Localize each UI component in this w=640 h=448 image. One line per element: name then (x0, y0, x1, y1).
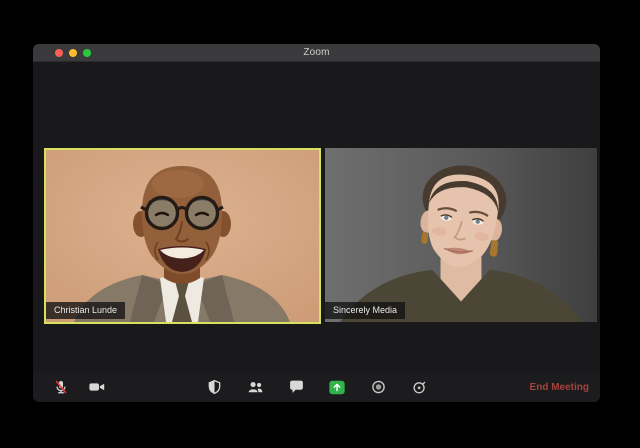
participant-name-label: Christian Lunde (46, 302, 126, 319)
chat-bubble-icon (289, 380, 303, 393)
chat-button[interactable] (286, 376, 306, 398)
participant-video-man (46, 150, 319, 322)
security-button[interactable] (204, 376, 224, 398)
share-screen-button[interactable] (327, 376, 347, 398)
toolbar-center-group (204, 372, 429, 402)
end-meeting-button[interactable]: End Meeting (530, 372, 589, 402)
zoom-app-window: Zoom Christian Lunde Sincerely Media End… (33, 44, 600, 402)
stopwatch-icon (412, 381, 425, 394)
meeting-toolbar: End Meeting (33, 372, 600, 402)
microphone-muted-icon (55, 380, 67, 394)
mute-button[interactable] (51, 376, 71, 398)
participant-video-woman (325, 148, 597, 322)
video-camera-icon (89, 383, 105, 391)
video-gallery: Christian Lunde Sincerely Media End Meet… (33, 62, 600, 402)
desktop-background: { "window": { "title": "Zoom", "controls… (0, 0, 640, 448)
minimize-button[interactable] (69, 49, 77, 57)
participants-button[interactable] (245, 376, 265, 398)
video-tile-sincerely-media[interactable]: Sincerely Media (325, 148, 597, 322)
toolbar-left-group (51, 372, 107, 402)
window-titlebar[interactable]: Zoom (33, 44, 600, 62)
reactions-button[interactable] (409, 376, 429, 398)
video-button[interactable] (87, 376, 107, 398)
participant-name-label: Sincerely Media (325, 302, 406, 319)
fullscreen-button[interactable] (83, 49, 91, 57)
window-title: Zoom (303, 47, 330, 58)
window-controls (55, 49, 91, 57)
record-button[interactable] (368, 376, 388, 398)
video-tile-christian-lunde[interactable]: Christian Lunde (44, 148, 321, 324)
security-shield-icon (208, 379, 220, 395)
close-button[interactable] (55, 49, 63, 57)
record-icon (371, 380, 385, 394)
participants-icon (248, 382, 262, 393)
share-screen-icon (329, 380, 345, 394)
